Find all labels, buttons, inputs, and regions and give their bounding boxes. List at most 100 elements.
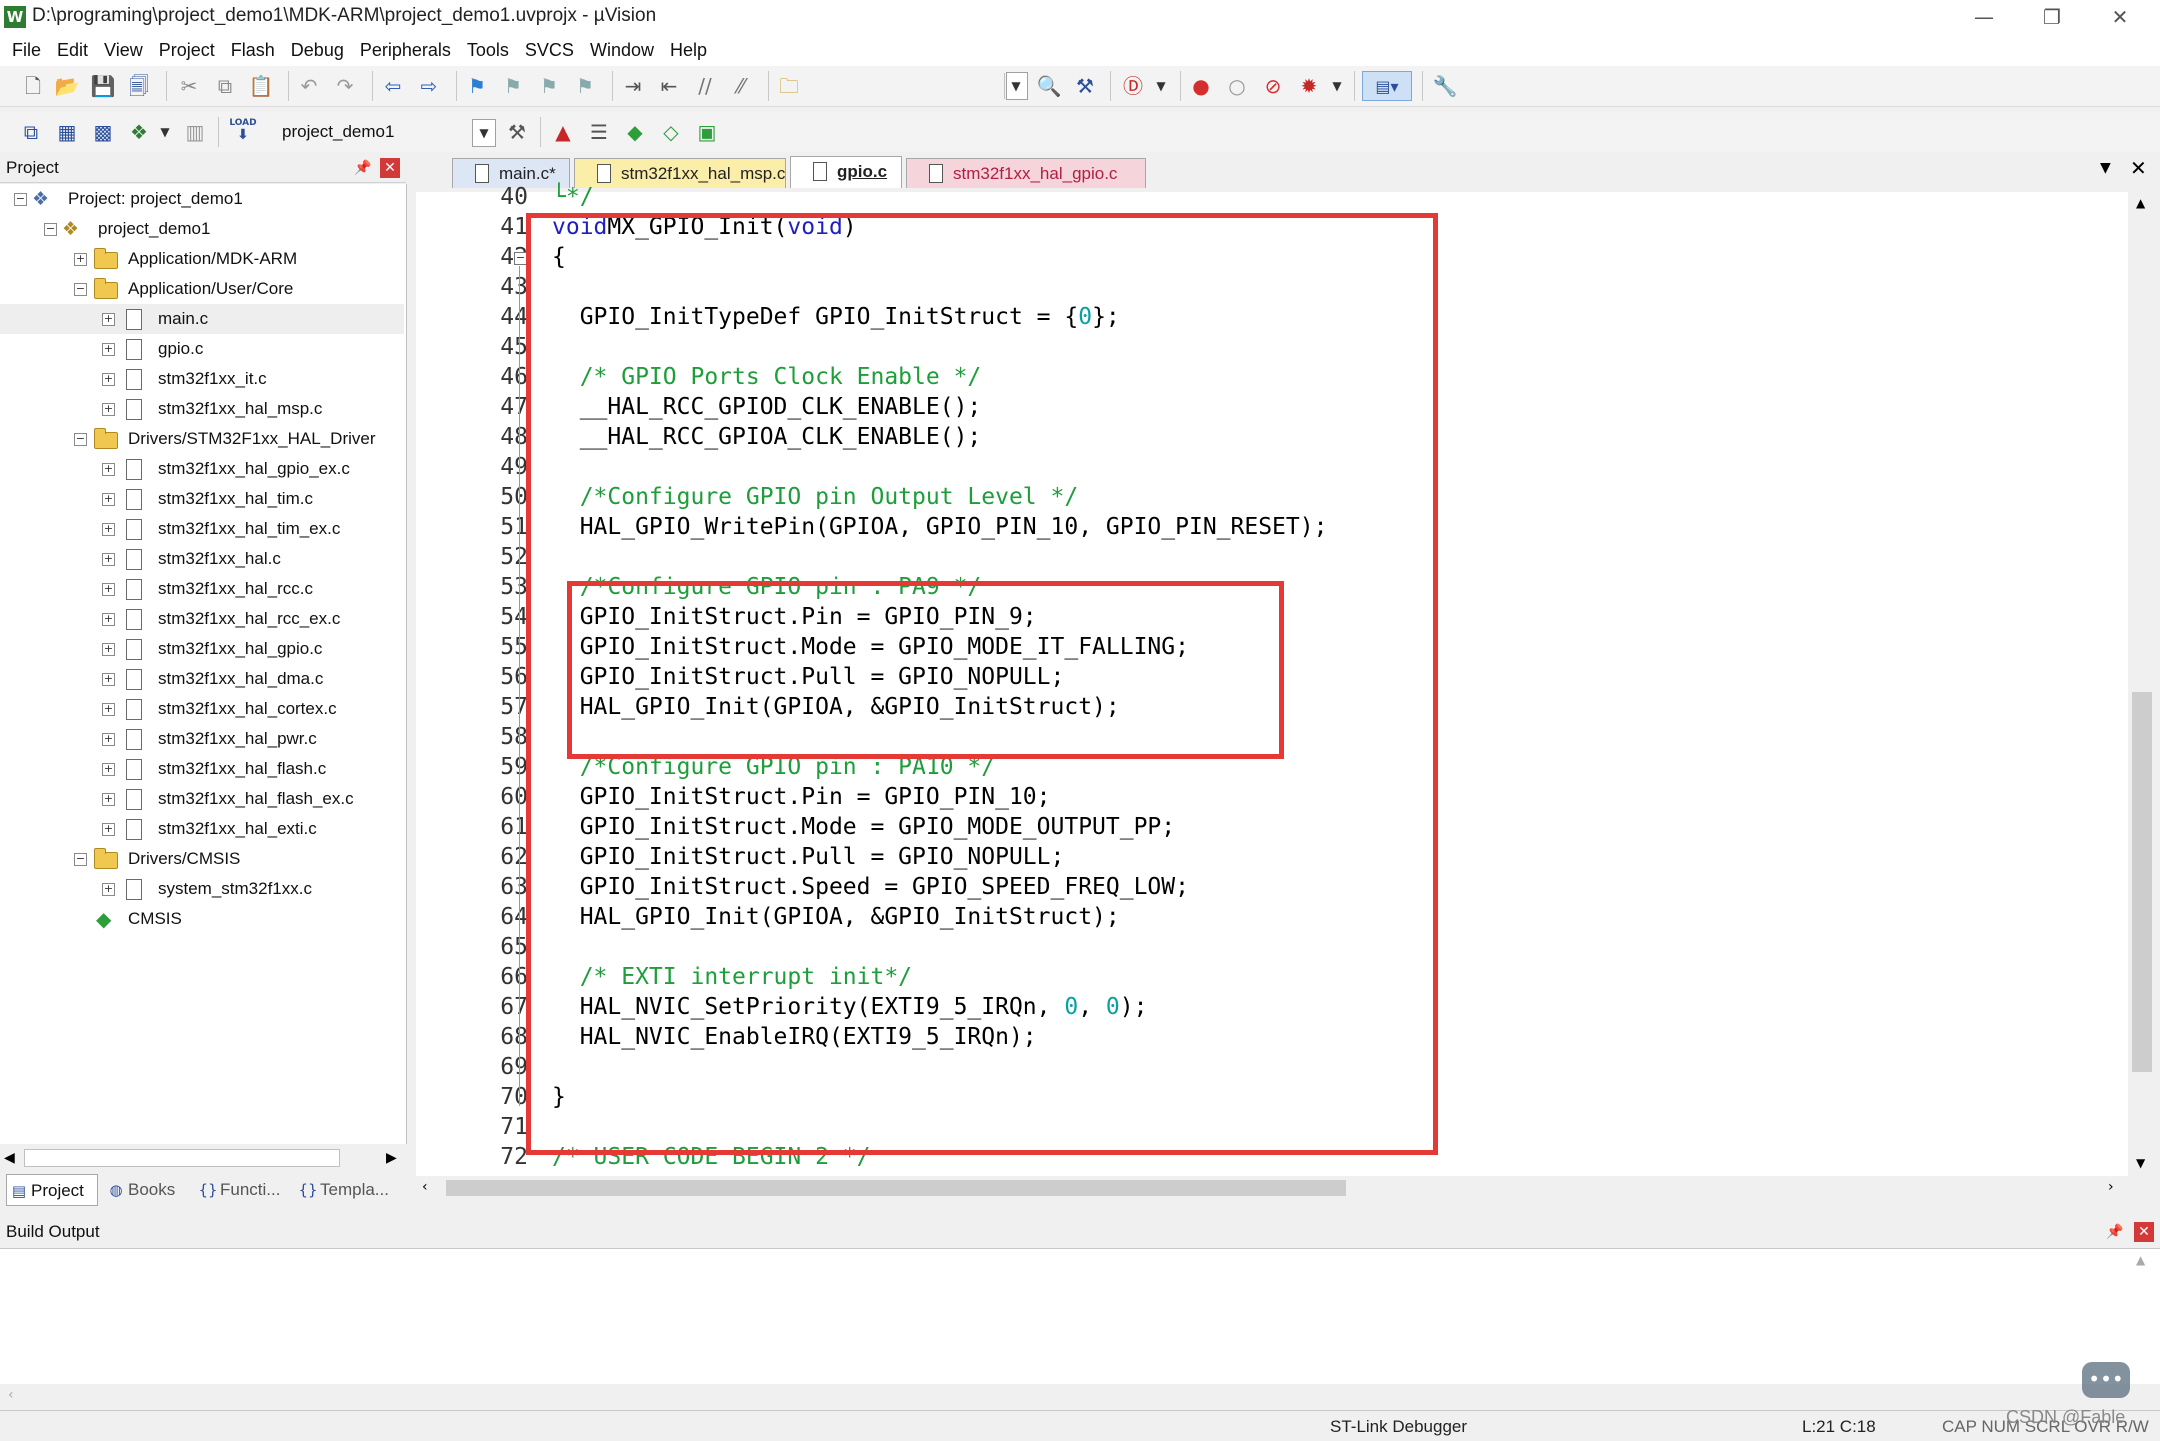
expand-icon[interactable]: +: [102, 523, 115, 536]
manage-run-time-environment-icon[interactable]: ◆: [620, 117, 650, 147]
stop-build-icon[interactable]: ▥: [180, 117, 210, 147]
expand-icon[interactable]: +: [102, 553, 115, 566]
select-packs-icon[interactable]: ☰: [584, 117, 614, 147]
expand-icon[interactable]: +: [102, 643, 115, 656]
undo-icon[interactable]: ↶: [294, 71, 324, 101]
menu-window[interactable]: Window: [582, 34, 662, 66]
tree-item[interactable]: + system_stm32f1xx.c: [0, 874, 404, 904]
chevron-down-icon[interactable]: ▼: [1322, 71, 1352, 101]
scroll-left-icon[interactable]: ‹: [8, 1387, 14, 1403]
tree-item[interactable]: + stm32f1xx_it.c: [0, 364, 404, 394]
chevron-down-icon[interactable]: ▼: [150, 117, 180, 147]
scroll-up-icon[interactable]: ▲: [2136, 196, 2145, 210]
editor-tab[interactable]: stm32f1xx_hal_msp.c: [574, 158, 786, 188]
expand-icon[interactable]: +: [102, 763, 115, 776]
menu-file[interactable]: File: [4, 34, 49, 66]
expand-icon[interactable]: +: [102, 583, 115, 596]
stm32cubemx-icon[interactable]: ▣: [692, 117, 722, 147]
expand-icon[interactable]: +: [102, 373, 115, 386]
scroll-right-icon[interactable]: ›: [2108, 1179, 2114, 1195]
menu-edit[interactable]: Edit: [49, 34, 96, 66]
expand-icon[interactable]: +: [102, 733, 115, 746]
scroll-down-icon[interactable]: ▼: [2136, 1156, 2145, 1170]
find-combo-dropdown[interactable]: ▼: [1004, 72, 1028, 100]
tab-list-dropdown-icon[interactable]: ▼: [2100, 160, 2111, 176]
scroll-left-icon[interactable]: ◀: [4, 1150, 15, 1166]
collapse-icon[interactable]: −: [74, 853, 87, 866]
scroll-up-icon[interactable]: ▲: [2136, 1253, 2145, 1267]
comment-selection-icon[interactable]: //: [690, 71, 720, 101]
collapse-icon[interactable]: −: [14, 193, 27, 206]
project-tab-project[interactable]: ▤ Project: [6, 1174, 98, 1206]
expand-icon[interactable]: +: [102, 403, 115, 416]
tree-item[interactable]: + stm32f1xx_hal_gpio.c: [0, 634, 404, 664]
scroll-left-icon[interactable]: ‹: [422, 1179, 428, 1195]
minimize-button[interactable]: —: [1954, 0, 2014, 34]
tree-item[interactable]: + gpio.c: [0, 334, 404, 364]
close-window-button[interactable]: ✕: [2090, 0, 2150, 34]
find-icon[interactable]: 🔍: [1034, 71, 1064, 101]
insert-breakpoint-icon[interactable]: ●: [1186, 71, 1216, 101]
vertical-scrollbar-thumb[interactable]: [2132, 692, 2152, 1072]
project-tab-templates[interactable]: {} Templa...: [296, 1174, 400, 1206]
tree-item[interactable]: + stm32f1xx_hal_flash.c: [0, 754, 404, 784]
horizontal-scrollbar-thumb[interactable]: [446, 1180, 1346, 1196]
expand-icon[interactable]: +: [102, 493, 115, 506]
rebuild-icon[interactable]: ▩: [88, 117, 118, 147]
expand-icon[interactable]: +: [102, 313, 115, 326]
copy-icon[interactable]: ⧉: [210, 71, 240, 101]
scroll-right-icon[interactable]: ▶: [386, 1150, 397, 1166]
save-icon[interactable]: 💾: [88, 71, 118, 101]
pin-icon[interactable]: 📌: [352, 157, 374, 179]
menu-project[interactable]: Project: [151, 34, 223, 66]
target-options-icon[interactable]: ⚒: [502, 117, 532, 147]
redo-icon[interactable]: ↷: [330, 71, 360, 101]
tree-item[interactable]: + stm32f1xx_hal_rcc.c: [0, 574, 404, 604]
collapse-icon[interactable]: −: [74, 283, 87, 296]
disable-breakpoints-icon[interactable]: ⊘: [1258, 71, 1288, 101]
tree-item[interactable]: + main.c: [0, 304, 404, 334]
close-panel-icon[interactable]: ✕: [380, 158, 400, 178]
editor-tab[interactable]: gpio.c: [790, 156, 902, 188]
tree-item[interactable]: − Drivers/STM32F1xx_HAL_Driver: [0, 424, 404, 454]
expand-icon[interactable]: +: [102, 883, 115, 896]
open-file-icon[interactable]: 📂: [52, 71, 82, 101]
new-file-icon[interactable]: 🗋: [18, 71, 48, 101]
insert-bookmark-icon[interactable]: ⚑: [462, 71, 492, 101]
pin-icon[interactable]: 📌: [2104, 1221, 2126, 1243]
tree-item[interactable]: + stm32f1xx_hal_msp.c: [0, 394, 404, 424]
find-in-files-icon[interactable]: 🗀: [774, 71, 804, 101]
expand-icon[interactable]: +: [102, 613, 115, 626]
build-output-pane[interactable]: ▲: [0, 1248, 2160, 1385]
menu-tools[interactable]: Tools: [459, 34, 517, 66]
unindent-icon[interactable]: ⇤: [654, 71, 684, 101]
code-line[interactable]: └*/: [552, 184, 594, 210]
download-load-icon[interactable]: LOAD ⬇: [228, 117, 258, 147]
tree-item[interactable]: + stm32f1xx_hal_rcc_ex.c: [0, 604, 404, 634]
collapse-icon[interactable]: −: [44, 223, 57, 236]
tree-item[interactable]: + stm32f1xx_hal_flash_ex.c: [0, 784, 404, 814]
tree-item[interactable]: + Application/MDK-ARM: [0, 244, 404, 274]
navigate-back-icon[interactable]: ⇦: [378, 71, 408, 101]
tree-item[interactable]: + stm32f1xx_hal_dma.c: [0, 664, 404, 694]
collapse-icon[interactable]: −: [74, 433, 87, 446]
expand-icon[interactable]: +: [102, 673, 115, 686]
tree-item[interactable]: − ❖ project_demo1: [0, 214, 404, 244]
navigate-forward-icon[interactable]: ⇨: [414, 71, 444, 101]
enable-breakpoint-icon[interactable]: ○: [1222, 71, 1252, 101]
configure-icon[interactable]: 🔧: [1430, 71, 1460, 101]
close-tab-icon[interactable]: ✕: [2130, 156, 2147, 180]
cut-icon[interactable]: ✂: [174, 71, 204, 101]
menu-flash[interactable]: Flash: [223, 34, 283, 66]
close-panel-icon[interactable]: ✕: [2134, 1222, 2154, 1242]
expand-icon[interactable]: +: [74, 253, 87, 266]
menu-debug[interactable]: Debug: [283, 34, 352, 66]
expand-icon[interactable]: +: [102, 343, 115, 356]
incremental-find-icon[interactable]: ⚒: [1070, 71, 1100, 101]
pack-installer-icon[interactable]: ◇: [656, 117, 686, 147]
next-bookmark-icon[interactable]: ⚑: [534, 71, 564, 101]
tree-item[interactable]: + stm32f1xx_hal_cortex.c: [0, 694, 404, 724]
target-select[interactable]: project_demo1 ▼: [270, 119, 496, 147]
expand-icon[interactable]: +: [102, 793, 115, 806]
tree-item[interactable]: + stm32f1xx_hal_pwr.c: [0, 724, 404, 754]
